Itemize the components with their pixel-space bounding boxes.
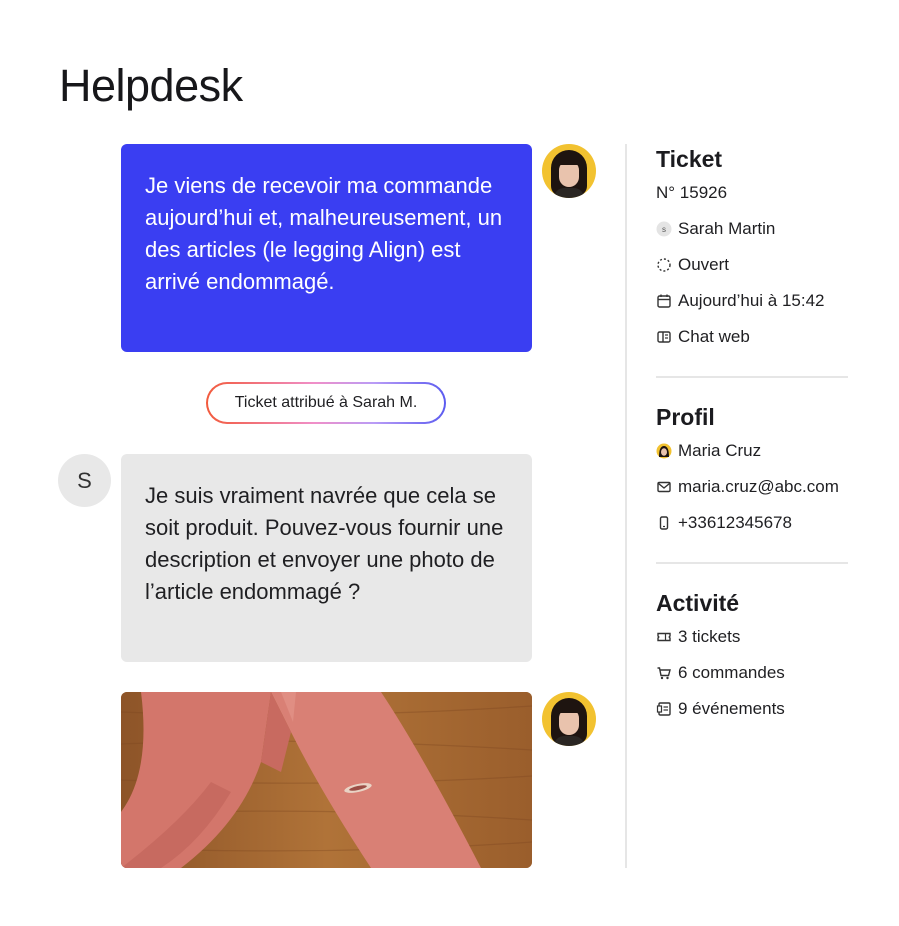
ticket-channel: Chat web — [656, 319, 856, 355]
user-initial-icon: s — [656, 221, 678, 237]
activity-events[interactable]: 9 événements — [656, 691, 856, 727]
status-open-icon — [656, 257, 678, 273]
activity-orders[interactable]: 6 commandes — [656, 655, 856, 691]
agent-message-text: Je suis vraiment navrée que cela se soit… — [145, 483, 504, 604]
svg-text:s: s — [662, 225, 666, 234]
customer-message-text: Je viens de recevoir ma commande aujourd… — [145, 173, 503, 294]
ticket-icon — [656, 629, 678, 645]
ticket-section: Ticket N° 15926 s Sarah Martin Ouvert Au… — [656, 143, 856, 355]
profile-phone[interactable]: +33612345678 — [656, 505, 856, 541]
activity-section: Activité 3 tickets 6 commandes 9 événeme… — [656, 587, 856, 727]
assignment-event-pill: Ticket attribué à Sarah M. — [206, 382, 446, 424]
customer-avatar-2[interactable] — [542, 692, 596, 746]
customer-avatar[interactable] — [542, 144, 596, 198]
profile-name[interactable]: Maria Cruz — [656, 433, 856, 469]
agent-message-bubble: Je suis vraiment navrée que cela se soit… — [121, 454, 532, 662]
chat-channel-icon — [656, 329, 678, 345]
customer-message-bubble: Je viens de recevoir ma commande aujourd… — [121, 144, 532, 352]
profile-section: Profil Maria Cruz maria.cruz@abc.com +33… — [656, 401, 856, 541]
phone-icon — [656, 515, 678, 531]
ticket-heading: Ticket — [656, 146, 723, 172]
page-title: Helpdesk — [59, 60, 243, 111]
events-icon — [656, 701, 678, 717]
section-divider — [656, 376, 848, 378]
ticket-created: Aujourd’hui à 15:42 — [656, 283, 856, 319]
cart-icon — [656, 665, 678, 681]
activity-tickets[interactable]: 3 tickets — [656, 619, 856, 655]
damaged-item-photo[interactable] — [121, 692, 532, 868]
activity-heading: Activité — [656, 590, 740, 616]
ticket-assignee[interactable]: s Sarah Martin — [656, 211, 856, 247]
agent-avatar[interactable]: S — [58, 454, 111, 507]
profile-email[interactable]: maria.cruz@abc.com — [656, 469, 856, 505]
customer-mini-avatar-icon — [656, 443, 678, 459]
vertical-divider — [625, 144, 627, 868]
calendar-icon — [656, 293, 678, 309]
ticket-status[interactable]: Ouvert — [656, 247, 856, 283]
legging-photo-illustration — [121, 692, 532, 868]
section-divider — [656, 562, 848, 564]
profile-heading: Profil — [656, 404, 715, 430]
assignment-event-text: Ticket attribué à Sarah M. — [208, 384, 444, 422]
ticket-number: N° 15926 — [656, 183, 728, 202]
mail-icon — [656, 479, 678, 495]
